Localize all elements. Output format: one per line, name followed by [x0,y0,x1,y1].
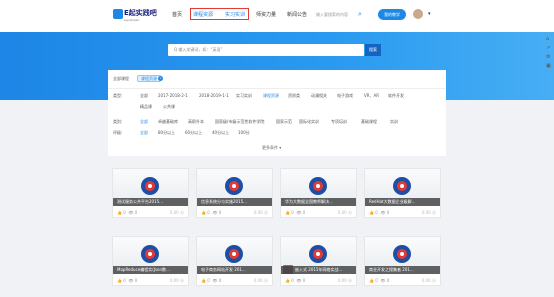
filter-type-option[interactable]: 精品课 [140,104,152,110]
school-logo-icon [309,245,327,263]
rating-label: 评级: [113,130,123,135]
logo-text: E起实践吧 [124,9,157,17]
logo-subtext: eqi-shijian [124,18,140,22]
course-score: 0.00 分 [169,210,184,215]
filter-type-option[interactable]: 实习实训 [236,93,252,99]
divider [108,88,446,89]
filter-type-option-selected[interactable]: 课程资源 [263,93,279,99]
logo-mark-icon [113,9,123,19]
course-stats: 👍 0 👁 0 [369,210,390,215]
school-logo-icon [141,245,159,263]
course-title[interactable]: 电子商务网站开发 201... [197,266,272,274]
share-icon[interactable]: ↗ [546,45,550,51]
course-card[interactable]: 商业开发之搜集者 201... 👍 0 👁 0 0.00 分 [364,236,441,286]
filter-type-option[interactable]: 动漫相关 [311,93,327,99]
school-logo-icon [393,245,411,263]
more-conditions-toggle[interactable]: 更多条件 ▾ [262,145,281,151]
top-bar: E起实践吧 eqi-shijian 首页 课程资源 实习实训 师资力量 新闻公告… [0,0,554,32]
right-tool-sidebar: ⌂ ↗ ⚙ ▣ [543,36,554,74]
top-search-input[interactable]: 输入要搜索的内容 [313,10,373,20]
nav-home[interactable]: 首页 [172,11,182,18]
user-avatar[interactable] [413,9,423,19]
hero-search-input[interactable]: Q 输入关键词，如：“英语” [168,44,364,56]
filter-type-option[interactable]: 公共课 [163,104,175,110]
my-teaching-button[interactable]: 我的教学 [378,9,406,20]
course-card[interactable]: 嵌入式 2015年网络实战... 👍 0 👁 0 0.00 分 [280,236,357,286]
course-title[interactable]: RedHat大数据企业级解... [365,198,440,206]
course-score: 0.00 分 [337,210,352,215]
filter-type-option[interactable]: 全部 [140,93,148,99]
close-icon[interactable]: × [158,76,163,81]
course-title[interactable]: 华为大数据全国教师解决... [281,198,356,206]
type-label: 类型: [113,93,123,98]
site-logo[interactable]: E起实践吧 eqi-shijian [113,8,159,24]
settings-icon[interactable]: ⚙ [546,54,550,60]
filter-type-option[interactable]: 2018-2019-1-1 [199,93,229,98]
course-title[interactable]: 嵌入式 2015年网络实战... [281,266,356,274]
course-card[interactable]: 测试服务公共平台2015... 👍 0 👁 0 0.00 分 [112,168,189,218]
all-courses-label[interactable]: 全部课程 [113,76,129,82]
course-card[interactable]: 信息系统分与实施2015... 👍 0 👁 0 0.00 分 [196,168,273,218]
course-stats: 👍 0 👁 0 [117,210,138,215]
course-card[interactable]: MapReduce编程实(Json数... 👍 0 👁 0 0.00 分 [112,236,189,286]
school-logo-icon [225,177,243,195]
school-logo-icon [393,177,411,195]
filter-category-option-selected[interactable]: 全部 [140,119,148,125]
filter-category-option[interactable]: 国家级/市级示范性软件学院 [215,119,264,125]
course-title[interactable]: MapReduce编程实(Json数... [113,266,188,274]
filter-rating-option[interactable]: 100分 [238,130,250,136]
filter-rating-option[interactable]: 80分以上 [158,130,175,136]
course-stats: 👍 0 👁 0 [369,278,390,283]
course-score: 0.00 分 [253,278,268,283]
course-card[interactable]: 电子商务网站开发 201... 👍 0 👁 0 0.00 分 [196,236,273,286]
search-icon[interactable]: ⌕ [358,10,362,19]
course-score: 0.00 分 [421,278,436,283]
course-score: 0.00 分 [421,210,436,215]
course-stats: 👍 0 👁 0 [201,210,222,215]
filter-category-option[interactable]: 国际化实训 [299,119,319,125]
chevron-down-icon[interactable]: ▾ [428,11,431,17]
filter-type-option[interactable]: 电子游戏 [337,93,353,99]
course-score: 0.00 分 [253,210,268,215]
filter-category-option[interactable]: 国家示范 [276,119,292,125]
filter-type-option[interactable]: 2017-2018-2-1 [158,93,188,98]
school-logo-icon [141,177,159,195]
hero-search-button[interactable]: 搜索 [365,44,381,56]
filter-category-option[interactable]: 高职升本 [188,119,204,125]
filter-panel [108,70,446,156]
filter-rating-option[interactable]: 60分以上 [185,130,202,136]
filter-category-option[interactable]: 专项培训 [331,119,347,125]
highlight-box [190,8,249,20]
filter-rating-option-selected[interactable]: 全部 [140,130,148,136]
nav-news[interactable]: 新闻公告 [287,11,307,18]
filter-type-option[interactable]: VR、AR [364,93,379,99]
filter-category-option[interactable]: 基础课程 [361,119,377,125]
category-label: 类别: [113,119,123,124]
school-logo-icon [309,177,327,195]
filter-type-option[interactable]: 软件开发 [388,93,404,99]
course-title[interactable]: 测试服务公共平台2015... [113,198,188,206]
course-card[interactable]: RedHat大数据企业级解... 👍 0 👁 0 0.00 分 [364,168,441,218]
course-stats: 👍 0 👁 0 [117,278,138,283]
course-stats: 👍 0 👁 0 [201,278,222,283]
course-card[interactable]: 华为大数据全国教师解决... 👍 0 👁 0 0.00 分 [280,168,357,218]
filter-type-option[interactable]: 资质类 [288,93,300,99]
filter-category-option[interactable]: 实训 [390,119,398,125]
course-title[interactable]: 信息系统分与实施2015... [197,198,272,206]
course-score: 0.00 分 [337,278,352,283]
course-stats: 👍 0 👁 0 [285,278,306,283]
school-logo-icon [225,245,243,263]
filter-category-option[interactable]: 卓越基础库 [158,119,178,125]
filter-rating-option[interactable]: 40分以上 [212,130,229,136]
course-title[interactable]: 商业开发之搜集者 201... [365,266,440,274]
nav-faculty[interactable]: 师资力量 [256,11,276,18]
home-icon[interactable]: ⌂ [546,36,549,42]
course-stats: 👍 0 👁 0 [285,210,306,215]
qr-icon[interactable]: ▣ [546,63,551,69]
course-score: 0.00 分 [169,278,184,283]
